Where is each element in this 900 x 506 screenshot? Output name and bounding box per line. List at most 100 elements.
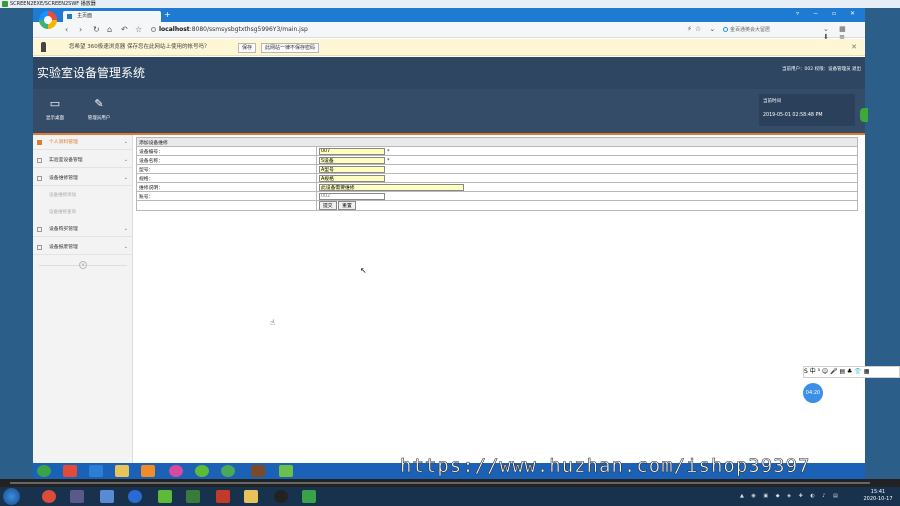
tab-bar: 主页面 + ▿ − ▫ ✕ [33, 8, 865, 22]
system-title: 实验室设备管理系统 [37, 66, 146, 80]
repair-desc-input[interactable] [319, 183, 464, 191]
show-desktop-button[interactable]: ▭ 显示桌面 [38, 97, 72, 121]
time-value: 2019-05-01 02:58:48 PM [763, 113, 823, 118]
url-path: :8080/ssmsysbgtxthsg5996Y3/main.jsp [189, 26, 308, 33]
user-info[interactable]: 当前用户：002 权限：设备管理员 退出 [782, 66, 861, 72]
browser-logo-icon[interactable] [39, 11, 57, 29]
app-icon[interactable] [195, 465, 209, 477]
equipment-name-input[interactable] [319, 156, 385, 164]
navigation-bar: ‹ › ↻ ⌂ ↶ ☆ localhost:8080/ssmsysbgtxths… [33, 22, 865, 41]
system-clock[interactable]: 15:41 2020-10-17 [858, 489, 898, 503]
sidebar-subitem-repair-add[interactable]: 设备维修添加 [33, 188, 133, 203]
floating-clock[interactable]: 04:20 [803, 383, 823, 403]
qq-icon[interactable] [274, 490, 288, 503]
tab-home[interactable]: 主页面 [63, 11, 161, 22]
equipment-id-input[interactable] [319, 147, 385, 155]
sidebar-item-lab-equipment[interactable]: 实验室设备管理 ⌄ [33, 153, 133, 168]
page-favicon-icon [67, 14, 72, 19]
spec-label: 规格： [136, 173, 317, 183]
app-icon[interactable] [251, 465, 265, 477]
security-icon [151, 27, 156, 32]
sidebar-item-profile[interactable]: 个人资料管理 ⌄ [33, 135, 133, 150]
app-icon[interactable] [279, 465, 293, 477]
chevron-down-icon: ⌄ [123, 157, 128, 163]
collapse-sidebar-button[interactable]: « [79, 261, 87, 269]
save-password-button[interactable]: 保存 [238, 43, 257, 53]
app-icon[interactable] [221, 465, 235, 477]
chrome-icon[interactable] [42, 490, 56, 503]
forward-icon[interactable]: › [79, 25, 82, 34]
ime-toolbar[interactable]: S 中 ⁵ ☺ 🎤 ▤ ♣ 👕 ▦ [803, 366, 900, 378]
hand-cursor-icon: ☝ [270, 318, 275, 327]
close-icon[interactable]: ✕ [851, 39, 857, 56]
pencil-icon: ✎ [94, 97, 104, 110]
app-icon[interactable] [100, 490, 114, 503]
form-row-actions: 提交 重置 [136, 200, 858, 211]
admin-user-label: 管理员用户 [87, 116, 111, 121]
search-icon [723, 27, 728, 32]
chevron-down-icon: ⌄ [123, 244, 128, 250]
form-row-repair-desc: 维修说明： [136, 182, 858, 192]
app-icon[interactable] [70, 490, 84, 503]
flash-icon[interactable] [216, 490, 230, 503]
side-tab-handle[interactable] [860, 108, 868, 122]
form-row-equipment-name: 设备名称： * [136, 155, 858, 165]
system-tray[interactable]: ▲ ◉ ▣ ◆ ◈ ✚ ◐ ♪ ▤ [740, 493, 841, 499]
chevron-down-icon: ⌄ [123, 139, 128, 145]
tab-title: 主页面 [77, 13, 93, 19]
repair-desc-label: 维修说明： [136, 182, 317, 192]
menu-icon [37, 176, 42, 181]
folder-icon[interactable] [115, 465, 129, 477]
window-controls[interactable]: ▿ − ▫ ✕ [796, 10, 861, 17]
start-button[interactable] [3, 488, 20, 505]
required-mark: * [387, 157, 390, 164]
home-icon[interactable]: ⌂ [107, 25, 112, 34]
submit-button[interactable]: 提交 [319, 201, 337, 210]
app-icon[interactable] [186, 490, 200, 503]
actions-spacer [136, 200, 317, 211]
ie-icon[interactable] [89, 465, 103, 477]
sidebar-item-purchase[interactable]: 设备购买管理 ⌄ [33, 222, 133, 237]
folder-icon[interactable] [244, 490, 258, 503]
chevron-down-icon: ⌄ [123, 226, 128, 232]
reset-button[interactable]: 重置 [338, 201, 356, 210]
sidebar: 个人资料管理 ⌄ 实验室设备管理 ⌄ 设备维修管理 ⌄ 设备维修添加 设备维修查… [33, 135, 133, 463]
refresh-icon[interactable]: ↻ [93, 25, 100, 34]
key-icon [41, 42, 46, 52]
sidebar-item-scrap[interactable]: 设备报废管理 ⌄ [33, 240, 133, 255]
password-save-bar: 您希望 360极速浏览器 保存您在此网站上使用的帐号吗？ 保存 此网站一律不保存… [33, 39, 865, 56]
star-icon[interactable]: ☆ [135, 25, 142, 34]
sidebar-item-label: 设备报废管理 [49, 245, 78, 250]
media-icon[interactable] [141, 465, 155, 477]
start-orb-icon[interactable] [37, 465, 51, 477]
current-time-panel: 当前时间 2019-05-01 02:58:48 PM [759, 94, 855, 126]
back-icon[interactable]: ‹ [65, 25, 68, 34]
search-box[interactable]: 金百通英会大留居 [723, 25, 813, 35]
sidebar-item-repair[interactable]: 设备维修管理 ⌄ [33, 171, 133, 186]
page-actions[interactable]: ⚡☆ ⌄ [687, 25, 718, 33]
sidebar-subitem-repair-query[interactable]: 设备维修查询 [33, 205, 133, 220]
playback-progress[interactable] [10, 482, 870, 484]
form-row-equipment-id: 设备编号： * [136, 146, 858, 156]
address-bar[interactable]: localhost:8080/ssmsysbgtxthsg5996Y3/main… [151, 24, 691, 36]
browser-360-icon[interactable] [169, 465, 183, 477]
menu-icon [37, 245, 42, 250]
model-input[interactable] [319, 165, 385, 173]
undo-icon[interactable]: ↶ [121, 25, 128, 34]
new-tab-button[interactable]: + [164, 10, 171, 19]
repair-form: 添加设备维修 设备编号： * 设备名称： * 型号： 规格： 维修说明： [136, 137, 858, 211]
app-icon[interactable] [158, 490, 172, 503]
never-save-button[interactable]: 此网站一律不保存密码 [261, 43, 320, 53]
spec-input[interactable] [319, 174, 385, 182]
player-title-bar: SCREEN2EXE/SCREEN2SWF 播放器 [0, 0, 900, 8]
sidebar-item-label: 设备维修管理 [49, 176, 78, 181]
player-icon[interactable] [302, 490, 316, 503]
account-input[interactable] [319, 192, 385, 200]
browser-window: 主页面 + ▿ − ▫ ✕ ‹ › ↻ ⌂ ↶ ☆ localhost:8080… [33, 8, 865, 463]
app-icon[interactable] [63, 465, 77, 477]
app-icon[interactable] [128, 490, 142, 503]
form-caption: 添加设备维修 [136, 137, 858, 147]
menu-icon [37, 158, 42, 163]
admin-user-button[interactable]: ✎ 管理员用户 [82, 97, 116, 121]
mouse-cursor-icon: ↖ [360, 266, 367, 275]
